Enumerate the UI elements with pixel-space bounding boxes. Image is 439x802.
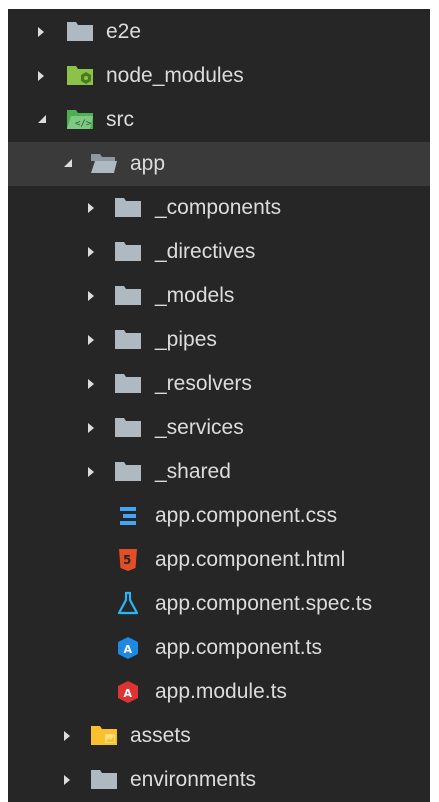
tree-item-label: app.component.html: [155, 548, 346, 571]
tree-item-label: app.module.ts: [155, 680, 287, 703]
tree-item-label: _models: [155, 284, 235, 307]
chevron-right-icon[interactable]: [34, 10, 50, 54]
tree-item-label: src: [106, 108, 134, 131]
src-folder-icon: </>: [66, 107, 94, 133]
angular-module-icon: A: [116, 679, 144, 705]
tree-item-components[interactable]: _components: [8, 186, 430, 230]
tree-item-label: _shared: [155, 460, 231, 483]
folder-icon: [90, 767, 118, 793]
tree-item-environments[interactable]: environments: [8, 758, 430, 802]
chevron-right-icon[interactable]: [84, 450, 100, 494]
folder-icon: [114, 195, 142, 221]
tree-item-assets[interactable]: assets: [8, 714, 430, 758]
tree-item-app-component-ts[interactable]: A app.component.ts: [8, 626, 430, 670]
folder-icon: [114, 415, 142, 441]
chevron-right-icon[interactable]: [84, 318, 100, 362]
tree-item-label: app: [130, 152, 166, 175]
tree-item-app-component-css[interactable]: app.component.css: [8, 494, 430, 538]
tree-item-label: _pipes: [155, 328, 217, 351]
tree-item-label: app.component.spec.ts: [155, 592, 373, 615]
svg-text:</>: </>: [75, 119, 92, 129]
file-explorer: e2e node_modules </> src app _components…: [8, 9, 430, 802]
tree-item-directives[interactable]: _directives: [8, 230, 430, 274]
chevron-right-icon[interactable]: [84, 406, 100, 450]
chevron-right-icon[interactable]: [84, 362, 100, 406]
chevron-right-icon[interactable]: [60, 714, 76, 758]
tree-item-label: _resolvers: [155, 372, 252, 395]
tree-item-app-module-ts[interactable]: A app.module.ts: [8, 670, 430, 714]
tree-item-label: environments: [130, 768, 257, 791]
tree-item-label: _services: [155, 416, 244, 439]
folder-icon: [114, 459, 142, 485]
folder-icon: [66, 19, 94, 45]
angular-component-icon: A: [116, 635, 144, 661]
tree-item-label: assets: [130, 724, 191, 747]
tree-item-src[interactable]: </> src: [8, 98, 430, 142]
chevron-right-icon[interactable]: [84, 186, 100, 230]
tree-item-label: _components: [155, 196, 282, 219]
html-file-icon: 5: [116, 547, 144, 573]
tree-item-app[interactable]: app: [8, 142, 430, 186]
tree-item-app-component-spec-ts[interactable]: app.component.spec.ts: [8, 582, 430, 626]
folder-icon: [114, 327, 142, 353]
css-file-icon: [116, 503, 144, 529]
svg-text:5: 5: [123, 553, 131, 567]
tree-item-label: e2e: [106, 20, 142, 43]
tree-item-pipes[interactable]: _pipes: [8, 318, 430, 362]
chevron-down-icon[interactable]: [34, 98, 50, 142]
tree-item-label: app.component.css: [155, 504, 338, 527]
tree-item-label: _directives: [155, 240, 256, 263]
chevron-right-icon[interactable]: [84, 230, 100, 274]
chevron-right-icon[interactable]: [60, 758, 76, 802]
folder-icon: [114, 371, 142, 397]
assets-folder-icon: [90, 723, 118, 749]
chevron-down-icon[interactable]: [60, 142, 76, 186]
folder-icon: [114, 239, 142, 265]
tree-item-e2e[interactable]: e2e: [8, 10, 430, 54]
test-flask-icon: [116, 591, 144, 617]
tree-item-label: node_modules: [106, 64, 244, 87]
tree-item-services[interactable]: _services: [8, 406, 430, 450]
tree-item-resolvers[interactable]: _resolvers: [8, 362, 430, 406]
folder-open-icon: [90, 151, 118, 177]
tree-item-app-component-html[interactable]: 5 app.component.html: [8, 538, 430, 582]
chevron-right-icon[interactable]: [84, 274, 100, 318]
svg-text:A: A: [124, 687, 133, 700]
node-folder-icon: [66, 63, 94, 89]
tree-item-node-modules[interactable]: node_modules: [8, 54, 430, 98]
tree-item-models[interactable]: _models: [8, 274, 430, 318]
folder-icon: [114, 283, 142, 309]
tree-item-label: app.component.ts: [155, 636, 322, 659]
svg-text:A: A: [124, 643, 133, 656]
chevron-right-icon[interactable]: [34, 54, 50, 98]
tree-item-shared[interactable]: _shared: [8, 450, 430, 494]
